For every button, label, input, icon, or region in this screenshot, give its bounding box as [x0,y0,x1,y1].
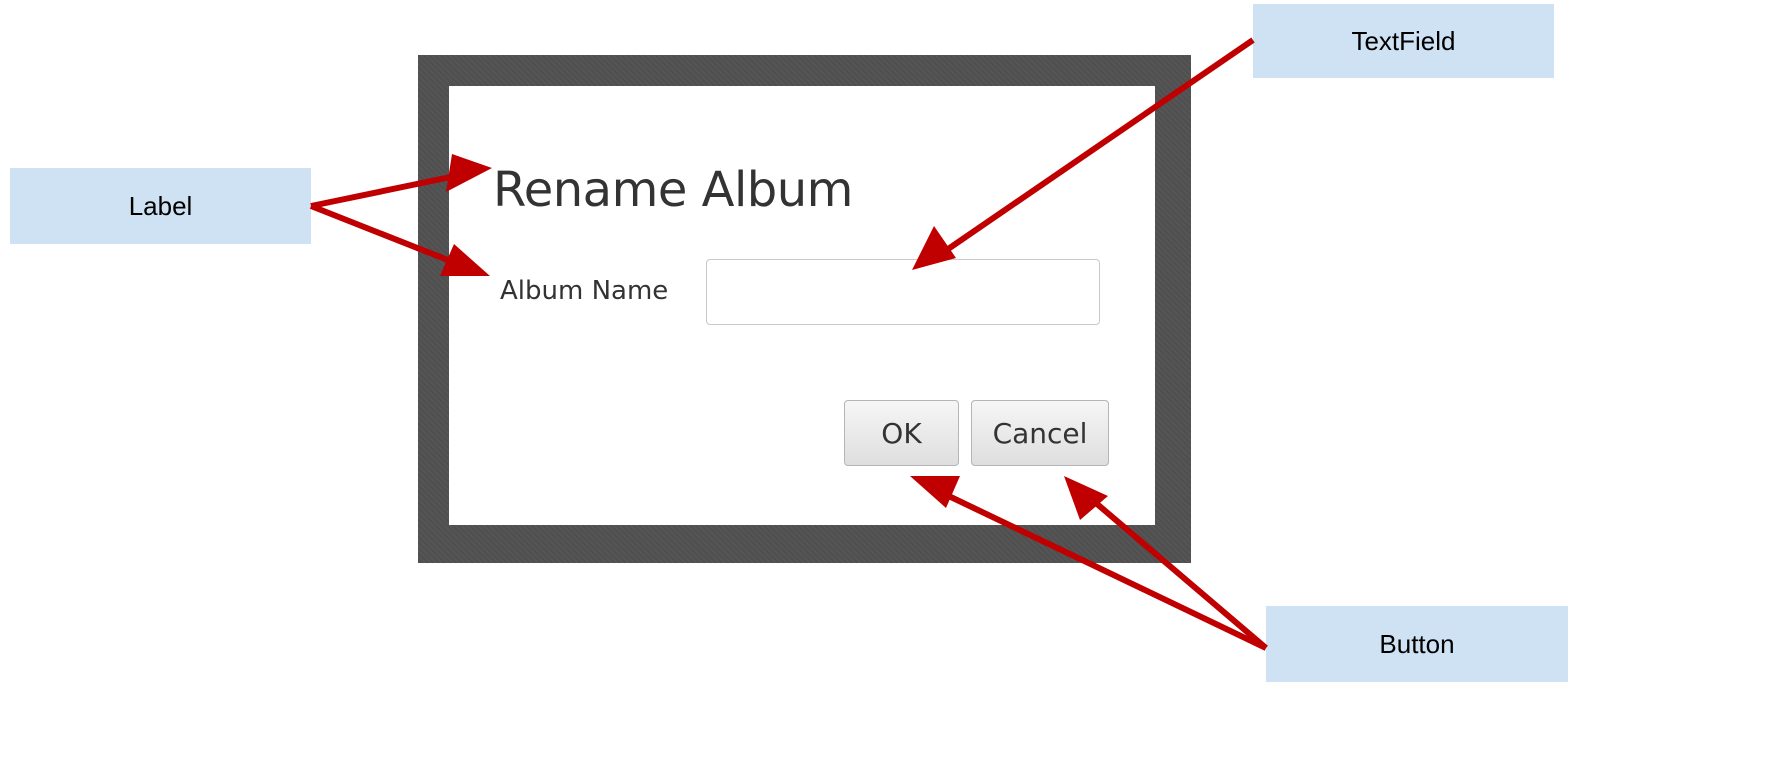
dialog-content: Rename Album Album Name OK Cancel [449,86,1155,525]
label-callout: Label [10,168,311,244]
album-name-label: Album Name [500,276,669,306]
button-callout: Button [1266,606,1568,682]
textfield-callout: TextField [1253,4,1554,78]
album-name-input[interactable] [706,259,1100,325]
ok-button[interactable]: OK [844,400,959,466]
cancel-button[interactable]: Cancel [971,400,1109,466]
dialog-title: Rename Album [493,162,853,218]
dialog-frame: Rename Album Album Name OK Cancel [418,55,1191,563]
